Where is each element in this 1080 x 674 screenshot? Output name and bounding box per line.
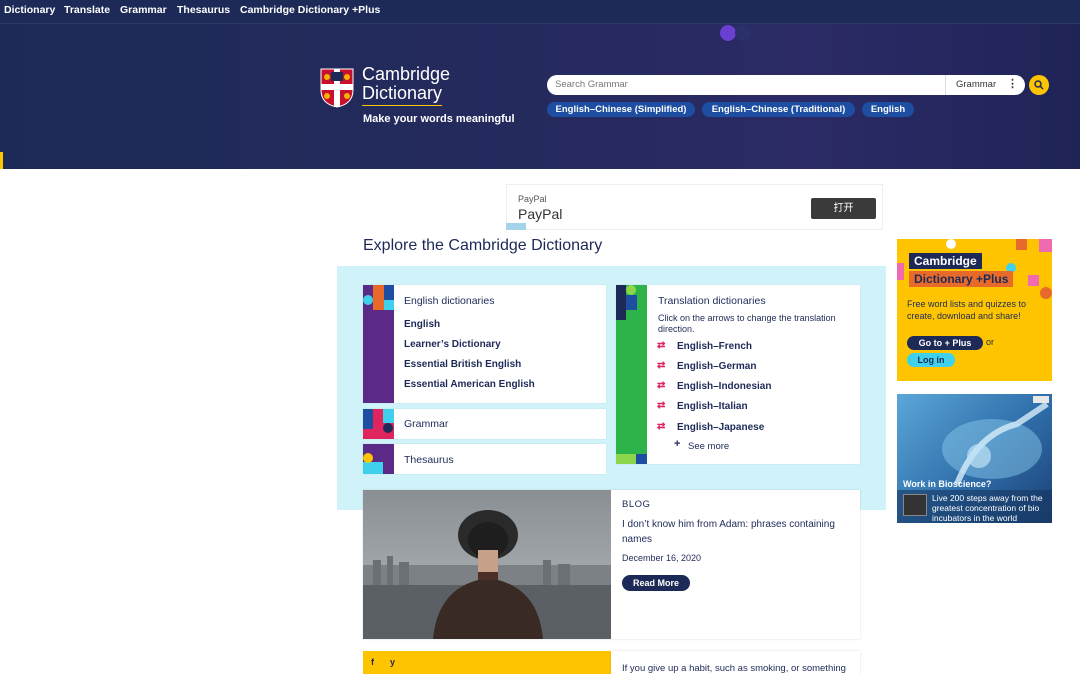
translation-dictionaries-card: Translation dictionaries Click on the ar… — [616, 285, 860, 464]
logo-line-1: Cambridge — [362, 64, 451, 84]
facebook-icon[interactable]: f — [371, 657, 374, 667]
search-icon — [1034, 80, 1044, 90]
nav-translate[interactable]: Translate — [64, 4, 110, 16]
plus-description: Free word lists and quizzes to create, d… — [907, 299, 1027, 321]
thesaurus-card-graphic — [363, 444, 394, 474]
logo-line-2: Dictionary — [362, 83, 443, 103]
english-dictionaries-card: English dictionaries English Learner’s D… — [363, 285, 606, 403]
search-button[interactable] — [1029, 75, 1049, 95]
swap-arrows-icon[interactable]: ⇄ — [657, 380, 665, 391]
grammar-label: Grammar — [404, 418, 449, 430]
translation-card-description: Click on the arrows to change the transl… — [658, 313, 836, 334]
nav-grammar[interactable]: Grammar — [120, 4, 167, 16]
link-essential-british[interactable]: Essential British English — [404, 359, 521, 370]
see-more-link[interactable]: See more — [688, 441, 729, 452]
hero-accent-bar — [0, 152, 3, 169]
search-input[interactable]: Search Grammar — [555, 79, 628, 90]
swap-arrows-icon[interactable]: ⇄ — [657, 360, 665, 371]
blog-label: BLOG — [622, 499, 651, 510]
lang-pill-english[interactable]: English — [862, 102, 914, 117]
word-of-day-panel — [363, 651, 611, 674]
link-english-japanese[interactable]: English–Japanese — [677, 422, 764, 433]
read-more-button[interactable]: Read More — [622, 575, 690, 591]
link-essential-american[interactable]: Essential American English — [404, 379, 535, 390]
plus-or-text: or — [986, 337, 995, 347]
blog-post-date: December 16, 2020 — [622, 553, 702, 563]
blog-image[interactable] — [363, 490, 611, 639]
idiom-definition-text: If you give up a habit, such as smoking,… — [622, 663, 846, 674]
grammar-card[interactable]: Grammar — [363, 409, 606, 439]
go-to-plus-button[interactable]: Go to + Plus — [907, 336, 983, 350]
plus-icon[interactable]: + — [674, 438, 680, 450]
ad-open-button[interactable]: 打开 — [811, 198, 876, 219]
link-english[interactable]: English — [404, 319, 440, 330]
bioscience-ad-description: Live 200 steps away from the greatest co… — [932, 493, 1043, 523]
nav-dictionary[interactable]: Dictionary — [4, 4, 55, 16]
blog-photo-man-with-hat — [363, 490, 611, 639]
ad-brand-small: PayPal — [518, 194, 547, 204]
lang-pill-chinese-simplified[interactable]: English–Chinese (Simplified) — [547, 102, 695, 117]
hero-header — [0, 24, 1080, 169]
swap-arrows-icon[interactable]: ⇄ — [657, 340, 665, 351]
carousel-dot-active[interactable] — [720, 25, 736, 41]
link-learners[interactable]: Learner’s Dictionary — [404, 339, 501, 350]
link-english-italian[interactable]: English–Italian — [677, 401, 748, 412]
twitter-icon[interactable]: y — [390, 657, 395, 667]
link-english-french[interactable]: English–French — [677, 341, 752, 352]
blog-post-title[interactable]: I don’t know him from Adam: phrases cont… — [622, 517, 847, 547]
translation-card-title: Translation dictionaries — [658, 295, 766, 307]
swap-arrows-icon[interactable]: ⇄ — [657, 421, 665, 432]
search-divider — [945, 75, 946, 95]
top-navigation: Dictionary Translate Grammar Thesaurus C… — [0, 0, 1080, 24]
lang-pill-chinese-traditional[interactable]: English–Chinese (Traditional) — [702, 102, 855, 117]
tagline: Make your words meaningful — [363, 113, 515, 125]
bioscience-ad-title: Work in Bioscience? — [903, 479, 992, 489]
ad-choices-icon[interactable] — [506, 223, 526, 230]
cambridge-crest-logo[interactable] — [320, 68, 354, 108]
search-bar[interactable]: Search Grammar Grammar ⋮ — [547, 75, 1025, 95]
login-button[interactable]: Log in — [907, 353, 955, 367]
link-english-german[interactable]: English–German — [677, 361, 756, 372]
plus-label-dictionary-plus: Dictionary +Plus — [909, 271, 1014, 287]
carousel-dot[interactable] — [735, 25, 751, 41]
ad-brand-large: PayPal — [518, 206, 563, 222]
thesaurus-label: Thesaurus — [404, 454, 454, 466]
bioscience-ad-logo — [903, 494, 927, 516]
nav-thesaurus[interactable]: Thesaurus — [177, 4, 230, 16]
plus-label-cambridge: Cambridge — [909, 253, 982, 269]
site-logo-text[interactable]: Cambridge Dictionary — [362, 65, 450, 103]
translation-card-graphic — [616, 285, 647, 464]
link-english-indonesian[interactable]: English–Indonesian — [677, 381, 771, 392]
english-card-graphic — [363, 285, 394, 403]
swap-arrows-icon[interactable]: ⇄ — [657, 400, 665, 411]
thesaurus-card[interactable]: Thesaurus — [363, 444, 606, 474]
dictionary-select[interactable]: Grammar — [956, 79, 996, 90]
paypal-ad[interactable]: PayPal PayPal 打开 — [506, 184, 883, 230]
logo-underline — [362, 105, 442, 106]
more-vertical-icon[interactable]: ⋮ — [1007, 77, 1018, 90]
nav-plus[interactable]: Cambridge Dictionary +Plus — [240, 4, 380, 16]
english-card-title: English dictionaries — [404, 295, 495, 307]
grammar-card-graphic — [363, 409, 394, 439]
explore-title: Explore the Cambridge Dictionary — [363, 237, 603, 254]
